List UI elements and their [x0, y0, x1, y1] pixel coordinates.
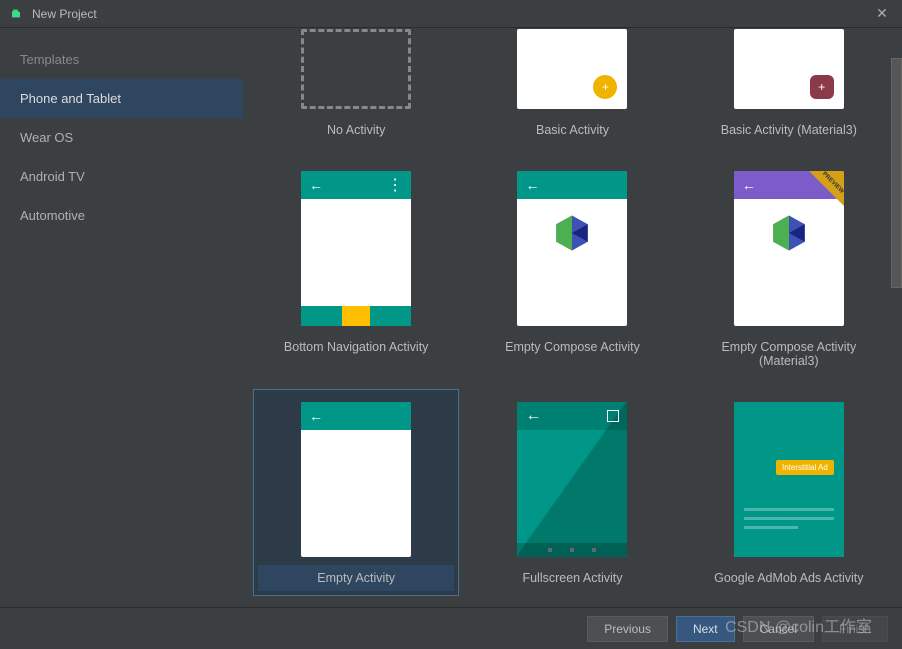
sidebar-item-phone-tablet[interactable]: Phone and Tablet: [0, 79, 243, 118]
preview-icon: ←⋮: [301, 171, 411, 326]
jetpack-icon: [768, 212, 810, 254]
template-label: Empty Compose Activity: [501, 334, 644, 360]
preview-icon: [301, 29, 411, 109]
template-label: No Activity: [323, 117, 389, 143]
back-arrow-icon: ←: [525, 407, 541, 425]
template-label: Empty Activity: [258, 565, 454, 591]
template-label: Basic Activity (Material3): [717, 117, 861, 143]
preview-icon: [734, 29, 844, 109]
template-basic-activity[interactable]: Basic Activity: [469, 28, 675, 148]
back-arrow-icon: ←: [309, 408, 323, 424]
template-bottom-nav[interactable]: ←⋮ Bottom Navigation Activity: [253, 158, 459, 379]
template-basic-activity-m3[interactable]: Basic Activity (Material3): [686, 28, 892, 148]
preview-icon: ←: [517, 171, 627, 326]
ad-chip: Interstitial Ad: [776, 460, 834, 475]
next-button[interactable]: Next: [676, 616, 735, 642]
template-grid-container: No Activity Basic Activity Basic Activit…: [243, 28, 902, 622]
preview-icon: ←: [734, 171, 844, 326]
finish-button[interactable]: Finish: [822, 616, 888, 642]
scrollbar-thumb[interactable]: [891, 58, 902, 288]
sidebar-item-wear-os[interactable]: Wear OS: [0, 118, 243, 157]
preview-icon: ←: [517, 402, 627, 557]
cancel-button[interactable]: Cancel: [743, 616, 814, 642]
preview-icon: [517, 29, 627, 109]
expand-icon: [607, 410, 619, 422]
footer: Previous Next Cancel Finish: [0, 607, 902, 649]
back-arrow-icon: ←: [742, 177, 756, 193]
template-label: Bottom Navigation Activity: [280, 334, 433, 360]
preview-ribbon-icon: [809, 171, 844, 206]
template-fullscreen[interactable]: ← Fullscreen Activity: [469, 389, 675, 596]
sidebar-heading: Templates: [0, 44, 243, 79]
template-admob[interactable]: ← Interstitial Ad Google AdMob Ads Activ…: [686, 389, 892, 596]
fab-icon: [593, 75, 617, 99]
preview-icon: ← Interstitial Ad: [734, 402, 844, 557]
template-label: Empty Compose Activity (Material3): [691, 334, 887, 374]
content-area: Templates Phone and Tablet Wear OS Andro…: [0, 28, 902, 622]
template-empty-activity[interactable]: ← Empty Activity: [253, 389, 459, 596]
template-no-activity[interactable]: No Activity: [253, 28, 459, 148]
previous-button[interactable]: Previous: [587, 616, 668, 642]
jetpack-icon: [551, 212, 593, 254]
sidebar-item-automotive[interactable]: Automotive: [0, 196, 243, 235]
template-empty-compose-m3[interactable]: ← Empty Compose Activity (Material3): [686, 158, 892, 379]
back-arrow-icon: ←: [525, 177, 539, 193]
template-label: Basic Activity: [532, 117, 613, 143]
template-label: Google AdMob Ads Activity: [710, 565, 867, 591]
menu-icon: ⋮: [387, 175, 403, 195]
android-icon: [8, 6, 24, 22]
titlebar: New Project ✕: [0, 0, 902, 28]
preview-icon: ←: [301, 402, 411, 557]
close-icon[interactable]: ✕: [870, 5, 894, 22]
back-arrow-icon: ←: [309, 177, 323, 193]
template-label: Fullscreen Activity: [518, 565, 626, 591]
sidebar: Templates Phone and Tablet Wear OS Andro…: [0, 28, 243, 622]
fab-icon: [810, 75, 834, 99]
window-title: New Project: [32, 7, 870, 21]
sidebar-item-android-tv[interactable]: Android TV: [0, 157, 243, 196]
template-empty-compose[interactable]: ← Empty Compose Activity: [469, 158, 675, 379]
template-grid: No Activity Basic Activity Basic Activit…: [253, 28, 892, 596]
